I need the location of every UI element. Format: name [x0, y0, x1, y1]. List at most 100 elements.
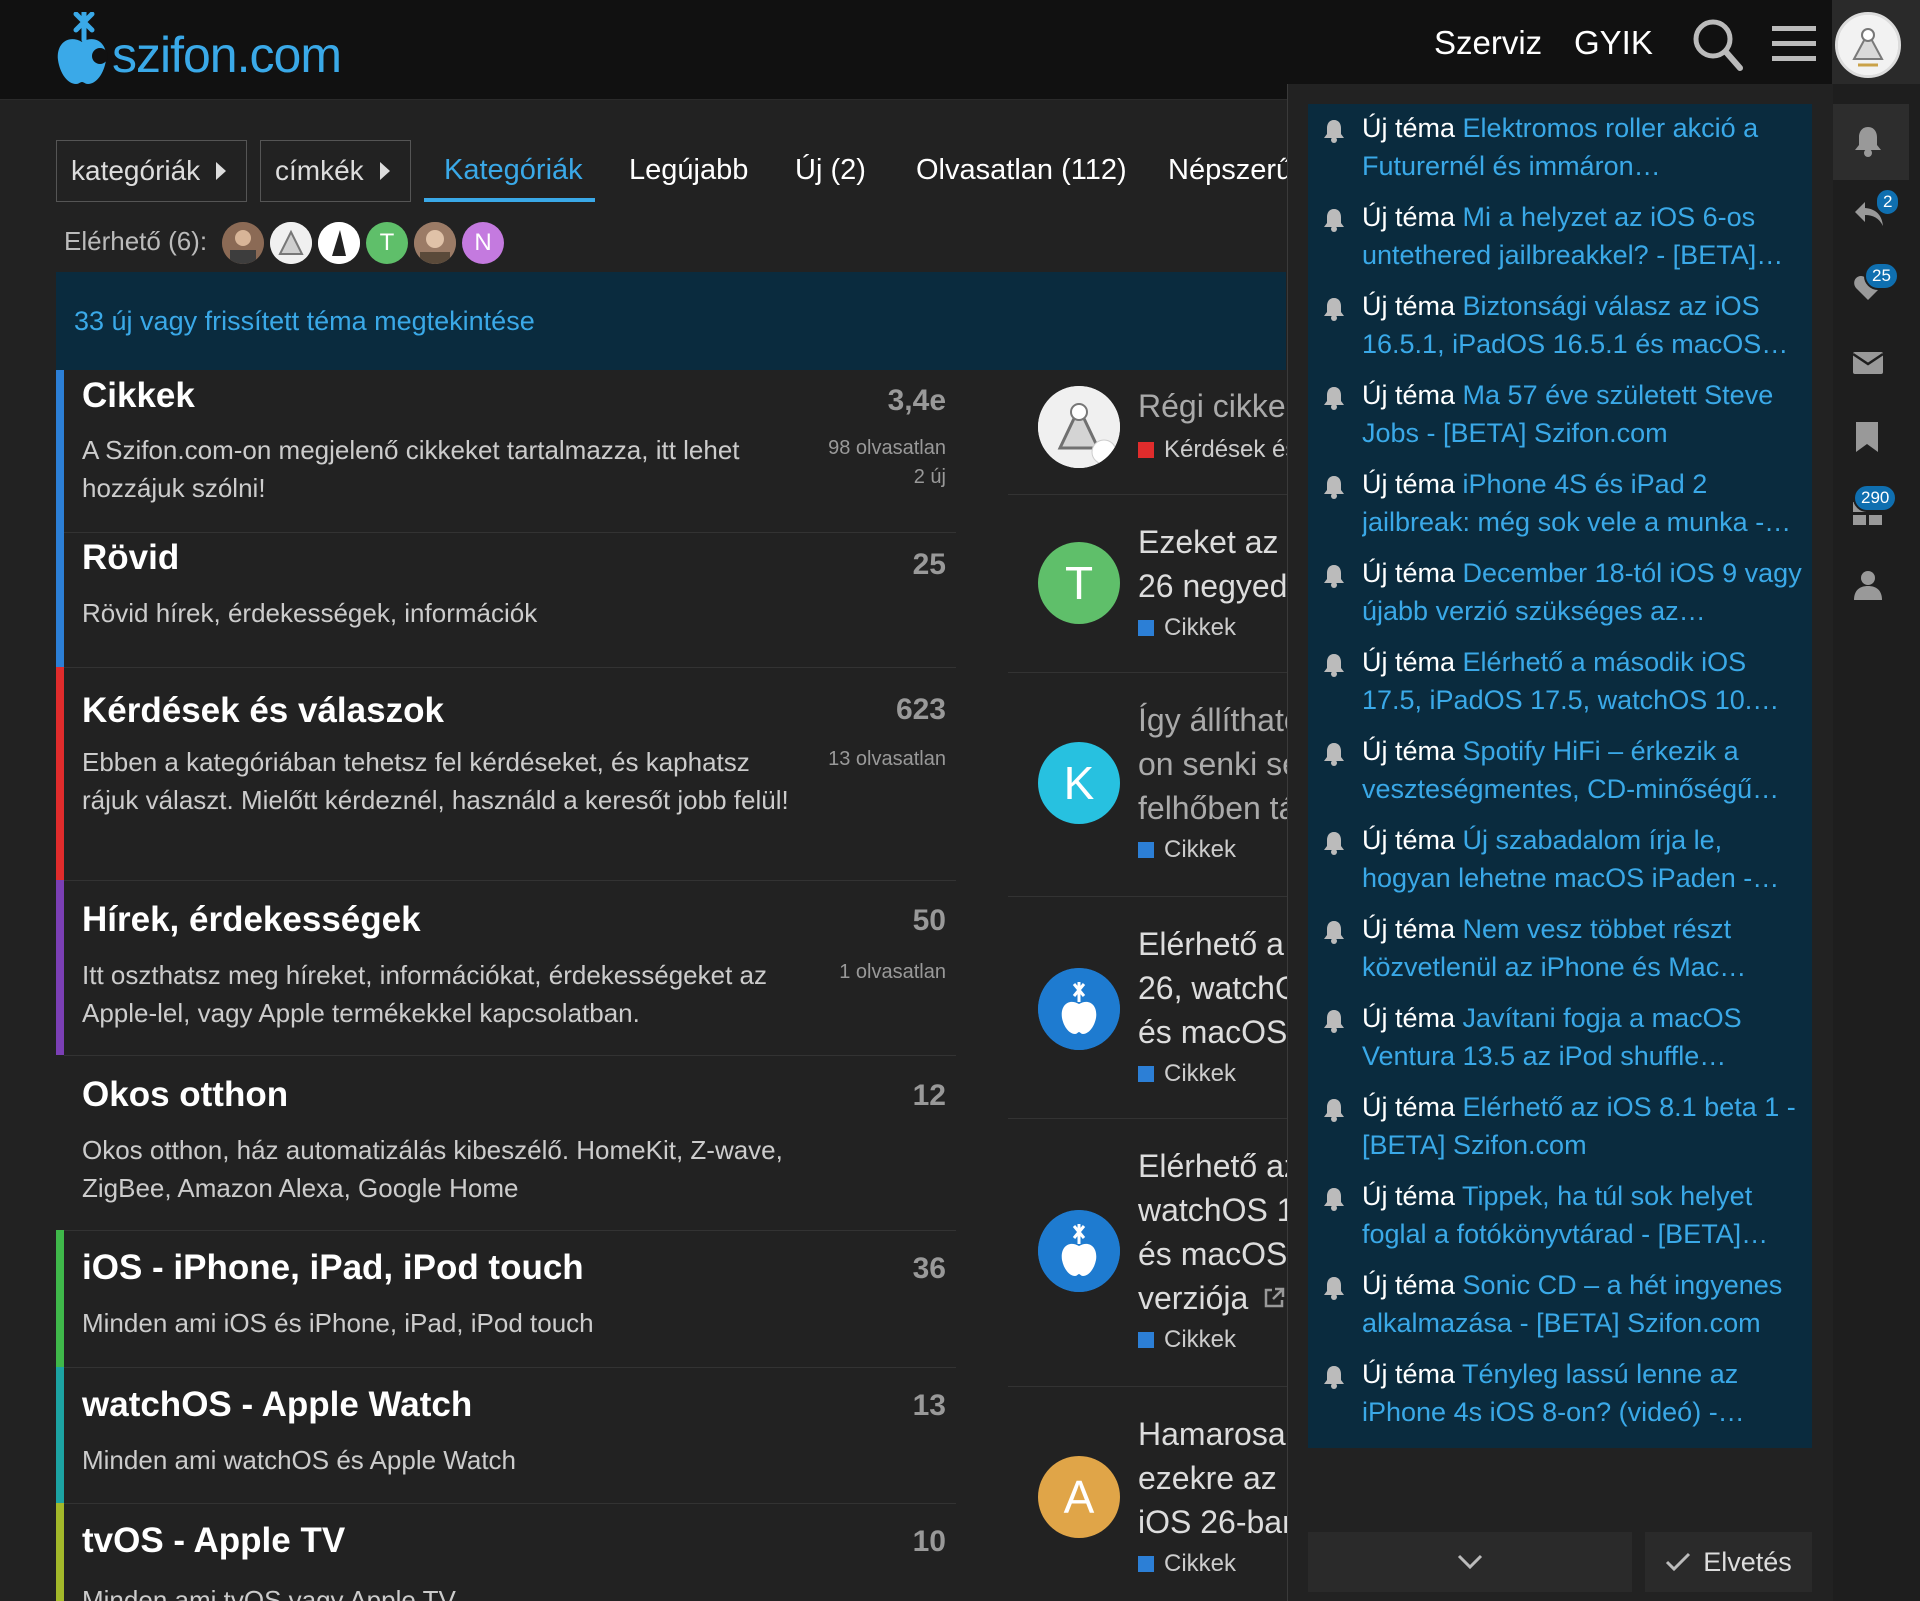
- category-row[interactable]: Rövid Rövid hírek, érdekességek, informá…: [56, 532, 956, 668]
- topic-category-badge[interactable]: Cikkek: [1138, 836, 1236, 864]
- site-logo[interactable]: szifon.com: [54, 8, 342, 88]
- notification-item[interactable]: Új téma Mi a helyzet az iOS 6-os untethe…: [1308, 193, 1812, 282]
- tab-kategoriak[interactable]: Kategóriák: [444, 154, 583, 187]
- current-user-avatar[interactable]: [1835, 12, 1901, 78]
- topic-category-badge[interactable]: Kérdések és: [1138, 436, 1288, 464]
- tab-olvasatlan[interactable]: Olvasatlan (112): [916, 154, 1127, 187]
- latest-topic-item[interactable]: Elérhető az watchOS 1 és macOS verziója …: [1008, 1118, 1288, 1387]
- notification-item[interactable]: Új téma Ma 57 éve született Steve Jobs -…: [1308, 371, 1812, 460]
- topic-title-line[interactable]: 26, watchO: [1138, 966, 1288, 1010]
- topic-category-badge[interactable]: Cikkek: [1138, 1550, 1236, 1578]
- notification-item[interactable]: Új téma Sonic CD – a hét ingyenes alkalm…: [1308, 1261, 1812, 1350]
- online-user-avatar[interactable]: [414, 222, 456, 264]
- category-description: Minden ami tvOS vagy Apple TV: [82, 1585, 456, 1601]
- topic-category-badge[interactable]: Cikkek: [1138, 614, 1236, 642]
- envelope-icon[interactable]: [1852, 352, 1884, 379]
- notification-item[interactable]: Új téma Spotify HiFi – érkezik a vesztes…: [1308, 727, 1812, 816]
- topic-title-line[interactable]: Elérhető a: [1138, 922, 1288, 966]
- user-profile-icon[interactable]: [1854, 570, 1882, 605]
- hamburger-menu-icon[interactable]: [1772, 24, 1816, 69]
- category-new-count[interactable]: 2 új: [914, 463, 946, 492]
- online-user-avatar[interactable]: [270, 222, 312, 264]
- topic-title-line[interactable]: Régi cikkek: [1138, 384, 1288, 428]
- topic-title-line[interactable]: iOS 26-ban: [1138, 1500, 1288, 1544]
- online-user-avatar[interactable]: T: [366, 222, 408, 264]
- categories-dropdown[interactable]: kategóriák: [56, 140, 247, 202]
- notification-item[interactable]: Új téma Nem vesz többet részt közvetlenü…: [1308, 905, 1812, 994]
- latest-topic-item[interactable]: Elérhető a 26, watchO és macOS Cikkek: [1008, 896, 1288, 1119]
- topic-title-line[interactable]: felhőben tá: [1138, 786, 1288, 830]
- active-tab-underline: [424, 198, 595, 202]
- topic-category-badge[interactable]: Cikkek: [1138, 1060, 1236, 1088]
- notification-item[interactable]: Új téma Javítani fogja a macOS Ventura 1…: [1308, 994, 1812, 1083]
- topic-title-line[interactable]: on senki se: [1138, 742, 1288, 786]
- category-row[interactable]: tvOS - Apple TV Minden ami tvOS vagy App…: [56, 1503, 956, 1601]
- tab-uj[interactable]: Új (2): [795, 154, 866, 187]
- topic-title-line[interactable]: 26 negyedi: [1138, 564, 1288, 608]
- category-row[interactable]: Hírek, érdekességek Itt oszthatsz meg hí…: [56, 880, 956, 1056]
- category-title[interactable]: Rövid: [82, 538, 179, 578]
- topic-author-avatar[interactable]: A: [1038, 1456, 1120, 1538]
- category-description: Minden ami iOS és iPhone, iPad, iPod tou…: [82, 1308, 594, 1338]
- category-unread-count[interactable]: 98 olvasatlan: [828, 434, 946, 463]
- category-row[interactable]: Kérdések és válaszok Ebben a kategóriába…: [56, 667, 956, 881]
- topic-title-line[interactable]: ezekre az i: [1138, 1456, 1288, 1500]
- topic-title-line[interactable]: Elérhető az: [1138, 1144, 1288, 1188]
- tab-nepszeru[interactable]: Népszerű: [1168, 154, 1292, 187]
- notification-item[interactable]: Új téma Elektromos roller akció a Future…: [1308, 104, 1812, 193]
- topic-title-line[interactable]: Így állítható: [1138, 698, 1288, 742]
- category-title[interactable]: watchOS - Apple Watch: [82, 1385, 472, 1425]
- topic-author-avatar[interactable]: K: [1038, 742, 1120, 824]
- category-row[interactable]: iOS - iPhone, iPad, iPod touch Minden am…: [56, 1230, 956, 1368]
- topic-title-line[interactable]: Ezeket az i: [1138, 520, 1288, 564]
- latest-topic-item[interactable]: Régi cikkek Kérdések és: [1008, 370, 1288, 495]
- show-more-notifications-button[interactable]: [1308, 1532, 1632, 1592]
- category-row[interactable]: Okos otthon Okos otthon, ház automatizál…: [56, 1055, 956, 1231]
- tab-legujabb[interactable]: Legújabb: [629, 154, 748, 187]
- nav-link-szerviz[interactable]: Szerviz: [1434, 24, 1542, 62]
- category-title[interactable]: tvOS - Apple TV: [82, 1521, 345, 1561]
- topic-title-line[interactable]: és macOS: [1138, 1010, 1288, 1054]
- category-title[interactable]: Kérdések és válaszok: [82, 691, 444, 731]
- new-topics-banner[interactable]: 33 új vagy frissített téma megtekintése: [56, 272, 1286, 370]
- notification-item[interactable]: Új téma iPhone 4S és iPad 2 jailbreak: m…: [1308, 460, 1812, 549]
- notification-item[interactable]: Új téma Tippek, ha túl sok helyet foglal…: [1308, 1172, 1812, 1261]
- search-icon[interactable]: [1692, 18, 1744, 77]
- topic-author-avatar[interactable]: [1038, 386, 1120, 468]
- online-user-avatar[interactable]: [318, 222, 360, 264]
- online-user-avatar[interactable]: N: [462, 222, 504, 264]
- notification-item[interactable]: Új téma Tényleg lassú lenne az iPhone 4s…: [1308, 1350, 1812, 1439]
- notification-item[interactable]: Új téma Elérhető a második iOS 17.5, iPa…: [1308, 638, 1812, 727]
- notification-item[interactable]: Új téma Biztonsági válasz az iOS 16.5.1,…: [1308, 282, 1812, 371]
- category-row[interactable]: Cikkek A Szifon.com-on megjelenő cikkeke…: [56, 370, 956, 533]
- tags-dropdown[interactable]: címkék: [260, 140, 411, 202]
- latest-topic-item[interactable]: K Így állítható on senki se felhőben tá …: [1008, 672, 1288, 897]
- topic-title-line[interactable]: watchOS 1: [1138, 1188, 1288, 1232]
- bell-icon[interactable]: [1853, 125, 1883, 162]
- topic-category-badge[interactable]: Cikkek: [1138, 1326, 1236, 1354]
- topic-title-line[interactable]: Hamarosan: [1138, 1412, 1288, 1456]
- bookmark-icon[interactable]: [1856, 422, 1878, 457]
- notification-item[interactable]: Új téma December 18-tól iOS 9 vagy újabb…: [1308, 549, 1812, 638]
- category-title[interactable]: iOS - iPhone, iPad, iPod touch: [82, 1248, 584, 1288]
- dismiss-notifications-button[interactable]: Elvetés: [1645, 1532, 1812, 1592]
- topic-author-avatar[interactable]: [1038, 1210, 1120, 1292]
- topic-author-avatar[interactable]: T: [1038, 542, 1120, 624]
- latest-topic-item[interactable]: T Ezeket az i 26 negyedi Cikkek: [1008, 494, 1288, 673]
- topic-title-line[interactable]: és macOS: [1138, 1232, 1288, 1276]
- topic-author-avatar[interactable]: [1038, 968, 1120, 1050]
- category-title[interactable]: Hírek, érdekességek: [82, 900, 421, 940]
- bell-icon: [1322, 652, 1346, 683]
- online-user-avatar[interactable]: [222, 222, 264, 264]
- latest-topic-item[interactable]: A Hamarosan ezekre az i iOS 26-ban Cikke…: [1008, 1386, 1288, 1601]
- bell-icon: [1322, 118, 1346, 149]
- notification-item[interactable]: Új téma Új szabadalom írja le, hogyan le…: [1308, 816, 1812, 905]
- nav-link-gyik[interactable]: GYIK: [1574, 24, 1653, 62]
- notification-item[interactable]: Új téma Elérhető az iOS 8.1 beta 1 - [BE…: [1308, 1083, 1812, 1172]
- category-unread-count[interactable]: 13 olvasatlan: [828, 745, 946, 774]
- category-title[interactable]: Okos otthon: [82, 1075, 288, 1115]
- category-title[interactable]: Cikkek: [82, 376, 195, 416]
- category-unread-count[interactable]: 1 olvasatlan: [839, 958, 946, 987]
- category-row[interactable]: watchOS - Apple Watch Minden ami watchOS…: [56, 1367, 956, 1504]
- external-link-icon[interactable]: [1262, 1286, 1286, 1315]
